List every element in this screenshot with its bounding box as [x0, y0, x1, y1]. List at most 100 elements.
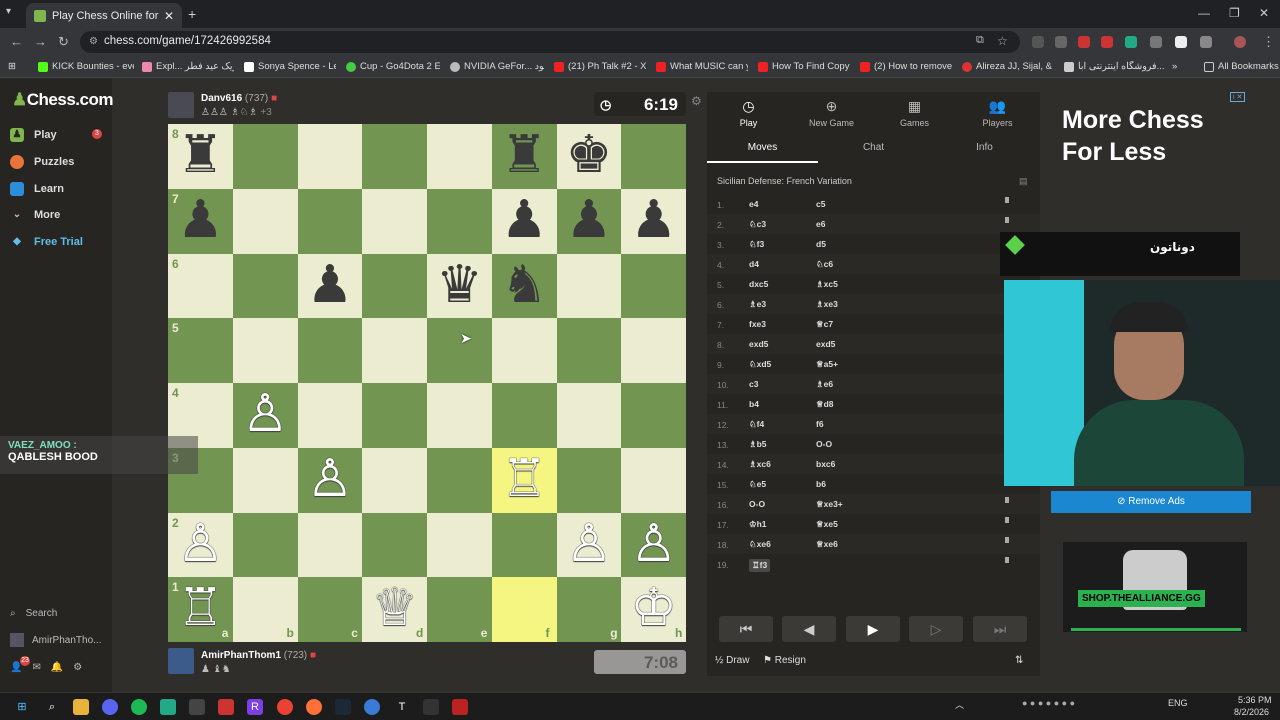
player-info[interactable]: AmirPhanThom1 (723) ■ [201, 650, 316, 661]
piece-h1[interactable]: ♔ [621, 577, 686, 642]
piece-b4[interactable]: ♙ [233, 383, 298, 448]
bell-icon[interactable]: 🔔 [51, 662, 63, 673]
black-move[interactable]: ♗xe3 [816, 299, 838, 310]
app-icon[interactable] [160, 699, 176, 715]
bookmark-item[interactable]: (2) How to remove... [860, 61, 952, 72]
all-bookmarks[interactable]: All Bookmarks [1204, 61, 1279, 72]
extension-icon[interactable] [1078, 36, 1090, 48]
sidebar-item-puzzles[interactable]: Puzzles [10, 155, 74, 169]
white-move[interactable]: ♘xe6 [749, 539, 771, 550]
white-move[interactable]: O-O [749, 499, 765, 509]
square-d3[interactable] [362, 447, 427, 513]
site-info-icon[interactable]: ⚙ [89, 36, 98, 47]
black-move[interactable]: ♘c6 [816, 259, 833, 270]
piece-f3[interactable]: ♖ [492, 448, 557, 513]
square-d6[interactable] [362, 253, 427, 319]
square-b6[interactable] [232, 253, 298, 319]
black-move[interactable]: b6 [816, 479, 826, 489]
piece-f7[interactable]: ♟ [492, 189, 557, 254]
sidebar-item-learn[interactable]: Learn [10, 182, 64, 196]
white-move[interactable]: ♖f3 [749, 559, 771, 572]
search-icon[interactable]: ⌕ [44, 699, 60, 715]
white-move[interactable]: ♗b5 [749, 439, 767, 450]
square-h4[interactable] [621, 383, 686, 448]
white-move[interactable]: c3 [749, 379, 758, 389]
spotify-icon[interactable] [131, 699, 147, 715]
white-move[interactable]: dxc5 [749, 279, 768, 289]
square-h3[interactable] [621, 447, 686, 513]
piece-f8[interactable]: ♜ [492, 124, 557, 189]
square-c2[interactable] [297, 512, 363, 578]
square-b5[interactable] [232, 318, 298, 383]
profile-avatar[interactable] [1234, 36, 1246, 48]
square-d4[interactable] [362, 383, 427, 448]
square-b8[interactable] [232, 124, 298, 189]
tab-new-game[interactable]: ⊕ New Game [790, 98, 873, 128]
white-move[interactable]: fxe3 [749, 319, 766, 329]
square-h6[interactable] [621, 253, 686, 319]
black-move[interactable]: ♕d8 [816, 399, 834, 410]
square-e7[interactable] [427, 188, 492, 254]
white-move[interactable]: exd5 [749, 339, 768, 349]
square-d2[interactable] [362, 512, 427, 578]
piece-a2[interactable]: ♙ [168, 513, 233, 578]
extension-icon[interactable] [1175, 36, 1187, 48]
app-icon[interactable]: R [247, 699, 263, 715]
black-move[interactable]: ♕xe6 [816, 539, 838, 550]
square-e4[interactable] [427, 383, 492, 448]
bookmark-item[interactable]: (21) Ph Talk #2 - XX... [554, 61, 646, 72]
square-b7[interactable] [232, 188, 298, 254]
draw-button[interactable]: ½ Draw [715, 655, 749, 666]
square-h8[interactable] [621, 124, 686, 189]
black-move[interactable]: bxc6 [816, 459, 835, 469]
piece-h7[interactable]: ♟ [621, 189, 686, 254]
square-d7[interactable] [362, 188, 427, 254]
browser-tab[interactable]: Play Chess Online for FREE - 2 P ✕ [26, 3, 182, 28]
browser-menu-icon[interactable]: ⋮ [1262, 34, 1275, 50]
discord-icon[interactable] [102, 699, 118, 715]
black-move[interactable]: f6 [816, 419, 824, 429]
piece-a1[interactable]: ♖ [168, 577, 233, 642]
steam-icon[interactable] [335, 699, 351, 715]
black-move[interactable]: exd5 [816, 339, 835, 349]
white-move[interactable]: b4 [749, 399, 759, 409]
piece-c6[interactable]: ♟ [298, 254, 363, 319]
black-move[interactable]: e6 [816, 219, 825, 229]
square-e3[interactable] [427, 447, 492, 513]
black-move[interactable]: ♗xc5 [816, 279, 838, 290]
piece-g7[interactable]: ♟ [557, 189, 622, 254]
back-icon[interactable]: ← [10, 34, 23, 49]
board-settings-gear-icon[interactable]: ⚙ [691, 94, 702, 108]
subtab-info[interactable]: Info [929, 142, 1040, 153]
bookmark-item[interactable]: Sonya Spence - Let... [244, 61, 336, 72]
forward-icon[interactable]: → [34, 34, 47, 49]
square-c7[interactable] [297, 188, 363, 254]
tray-overflow-icon[interactable]: ︿ [955, 698, 964, 711]
square-d8[interactable] [362, 124, 427, 189]
square-f5[interactable] [491, 318, 557, 383]
black-move[interactable]: ♗e6 [816, 379, 833, 390]
black-move[interactable]: d5 [816, 239, 826, 249]
piece-a7[interactable]: ♟ [168, 189, 233, 254]
piece-g2[interactable]: ♙ [557, 513, 622, 578]
black-move[interactable]: O-O [816, 439, 832, 449]
square-e2[interactable] [427, 512, 492, 578]
square-e5[interactable] [427, 318, 492, 383]
bookmark-item[interactable]: How To Find Copyri... [758, 61, 850, 72]
file-explorer-icon[interactable] [73, 699, 89, 715]
square-b3[interactable] [232, 447, 298, 513]
resign-button[interactable]: ⚑ Resign [763, 655, 806, 666]
previous-move-button[interactable]: ◀ [782, 616, 836, 642]
app-icon[interactable] [189, 699, 205, 715]
square-e8[interactable] [427, 124, 492, 189]
piece-h2[interactable]: ♙ [621, 513, 686, 578]
clock-time[interactable]: 5:36 PM [1238, 695, 1272, 705]
terminal-icon[interactable] [423, 699, 439, 715]
chesscom-logo[interactable]: ♟Chess.com [12, 90, 113, 110]
black-move[interactable]: c5 [816, 199, 825, 209]
bookmark-item[interactable]: Expl... تبریک عید فطر [142, 61, 234, 72]
piece-g8[interactable]: ♚ [557, 124, 622, 189]
tab-search-icon[interactable]: ▾ [6, 6, 11, 17]
remove-ads-button[interactable]: ⊘ Remove Ads [1051, 491, 1251, 513]
chess-board[interactable]: 87654321abcdefgh♜♜♚♟♟♟♟♟♛♞♙♙♖♙♙♙♖♕♔➤ [168, 124, 686, 642]
